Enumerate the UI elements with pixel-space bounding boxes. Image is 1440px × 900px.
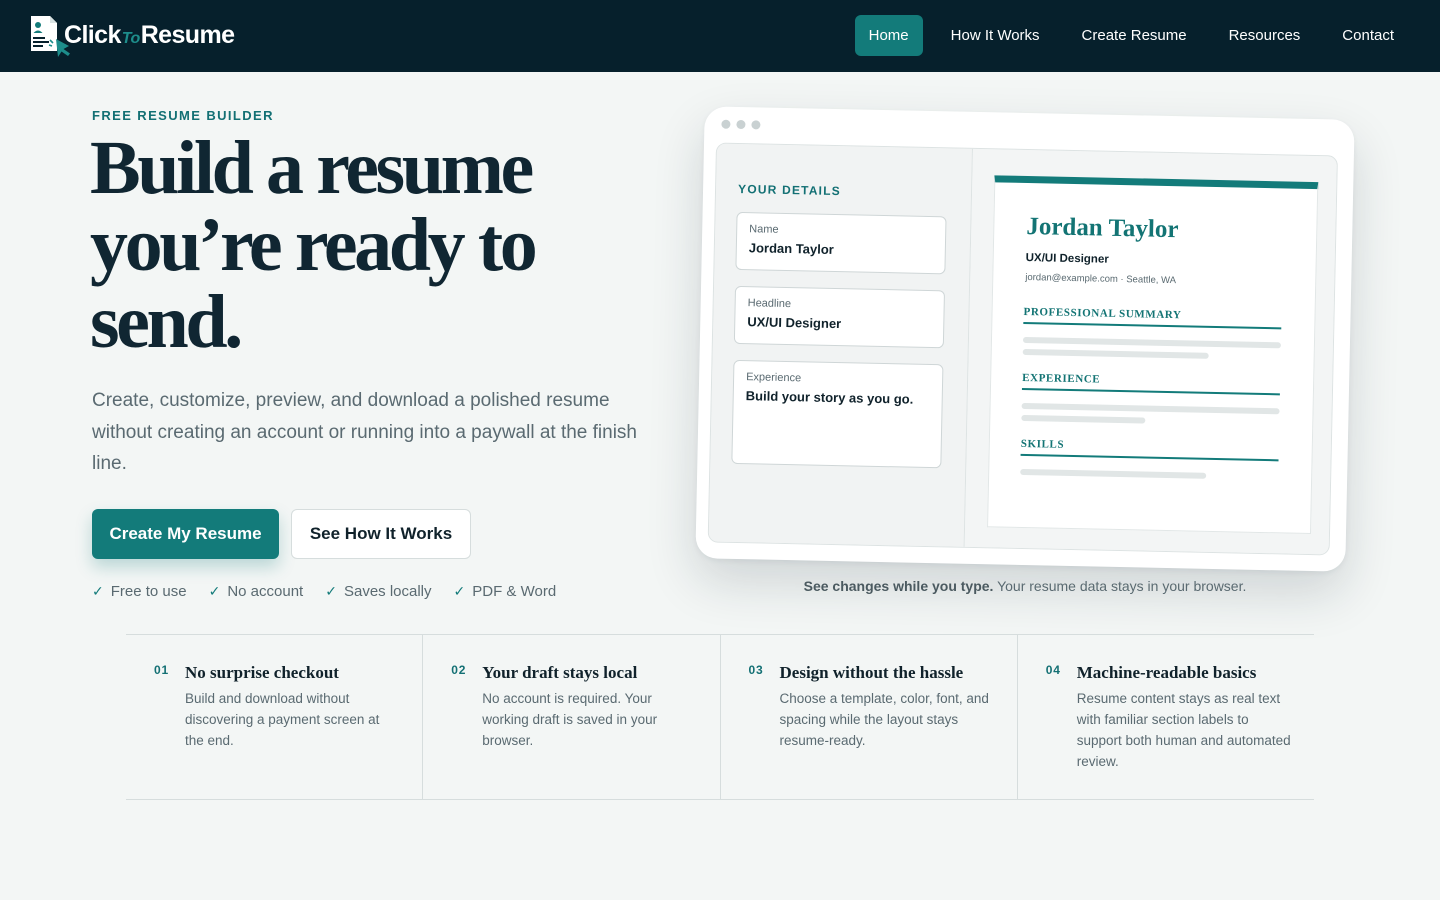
nav-home[interactable]: Home xyxy=(854,15,923,56)
feature-number: 04 xyxy=(1045,663,1061,677)
check-icon: ✓ xyxy=(453,583,466,599)
perk-label: Saves locally xyxy=(343,583,432,600)
field-label: Experience xyxy=(746,371,802,385)
perk-label: No account xyxy=(227,583,304,600)
check-icon: ✓ xyxy=(208,583,221,599)
resume-preview-pane: Jordan Taylor UX/UI Designer jordan@exam… xyxy=(964,148,1338,556)
perk-item: ✓ Free to use xyxy=(92,583,187,600)
feature-card: 01 No surprise checkout Build and downlo… xyxy=(126,635,424,799)
placeholder-line xyxy=(1021,414,1146,424)
field-label: Headline xyxy=(747,297,792,311)
browser-window: YOUR DETAILS Name Jordan Taylor Headline… xyxy=(695,106,1355,572)
resume-page: Jordan Taylor UX/UI Designer jordan@exam… xyxy=(987,175,1319,535)
feature-number: 02 xyxy=(451,663,467,677)
feature-title: No surprise checkout xyxy=(185,663,339,682)
navbar: ClickToResume Home How It Works Create R… xyxy=(0,0,1440,72)
nav-links: Home How It Works Create Resume Resource… xyxy=(854,15,1408,56)
feature-title: Your draft stays local xyxy=(482,663,638,682)
logo-text: ClickToResume xyxy=(64,21,235,49)
window-dot-icon xyxy=(721,119,731,129)
nav-create-resume[interactable]: Create Resume xyxy=(1068,15,1201,56)
perk-item: ✓ No account xyxy=(209,583,304,600)
form-pane: YOUR DETAILS Name Jordan Taylor Headline… xyxy=(708,143,973,549)
placeholder-line xyxy=(1021,402,1280,415)
feature-number: 01 xyxy=(154,663,169,677)
check-icon: ✓ xyxy=(325,583,337,599)
experience-field[interactable]: Experience Build your story as you go. xyxy=(731,359,944,469)
perk-item: ✓ Saves locally xyxy=(325,583,431,600)
perk-label: PDF & Word xyxy=(472,583,557,600)
placeholder-line xyxy=(1020,468,1207,479)
feature-card: 03 Design without the hassle Choose a te… xyxy=(721,635,1018,799)
feature-title: Design without the hassle xyxy=(779,663,964,682)
window-dots xyxy=(721,119,761,130)
resume-section-summary: PROFESSIONAL SUMMARY xyxy=(1023,305,1282,330)
name-field[interactable]: Name Jordan Taylor xyxy=(735,211,947,275)
check-icon: ✓ xyxy=(92,583,104,599)
feature-description: Resume content stays as real text with f… xyxy=(1076,691,1291,769)
see-how-it-works-button[interactable]: See How It Works xyxy=(291,509,471,559)
window-dot-icon xyxy=(751,120,761,130)
resume-section-skills: SKILLS xyxy=(1020,437,1279,462)
feature-card: 04 Machine-readable basics Resume conten… xyxy=(1018,635,1314,799)
field-label: Name xyxy=(749,223,779,236)
features-row: 01 No surprise checkout Build and downlo… xyxy=(126,634,1314,800)
resume-contact: jordan@example.com · Seattle, WA xyxy=(1025,271,1177,287)
feature-description: Choose a template, color, font, and spac… xyxy=(779,691,989,748)
perk-label: Free to use xyxy=(110,583,187,600)
feature-description: Build and download without discovering a… xyxy=(185,691,380,748)
feature-description: No account is required. Your working dra… xyxy=(482,691,658,748)
hero-eyebrow: FREE RESUME BUILDER xyxy=(92,108,274,123)
builder-preview-mockup: YOUR DETAILS Name Jordan Taylor Headline… xyxy=(695,106,1355,572)
hero-title: Build a resume you’re ready to send. xyxy=(90,126,538,364)
field-value: UX/UI Designer xyxy=(747,314,842,332)
builder-app: YOUR DETAILS Name Jordan Taylor Headline… xyxy=(707,142,1338,556)
field-value: Jordan Taylor xyxy=(748,240,835,257)
headline-field[interactable]: Headline UX/UI Designer xyxy=(733,285,946,349)
perk-item: ✓ PDF & Word xyxy=(454,583,557,600)
preview-caption: See changes while you type. Your resume … xyxy=(803,578,1247,594)
placeholder-line xyxy=(1022,348,1209,359)
form-title: YOUR DETAILS xyxy=(737,181,842,199)
feature-number: 03 xyxy=(748,663,764,677)
hero-subtitle: Create, customize, preview, and download… xyxy=(92,390,637,474)
feature-title: Machine-readable basics xyxy=(1076,663,1257,682)
window-dot-icon xyxy=(736,119,746,130)
nav-contact[interactable]: Contact xyxy=(1328,15,1408,56)
resume-section-experience: EXPERIENCE xyxy=(1021,371,1281,396)
nav-how-it-works[interactable]: How It Works xyxy=(937,15,1054,56)
feature-card: 02 Your draft stays local No account is … xyxy=(423,635,721,799)
field-value: Build your story as you go. xyxy=(745,388,914,407)
resume-role: UX/UI Designer xyxy=(1025,251,1109,266)
placeholder-line xyxy=(1022,336,1281,349)
create-my-resume-button[interactable]: Create My Resume xyxy=(92,509,279,559)
resume-name: Jordan Taylor xyxy=(1026,213,1179,244)
nav-resources[interactable]: Resources xyxy=(1215,15,1315,56)
perks-list: ✓ Free to use ✓ No account ✓ Saves locally … xyxy=(92,583,556,600)
